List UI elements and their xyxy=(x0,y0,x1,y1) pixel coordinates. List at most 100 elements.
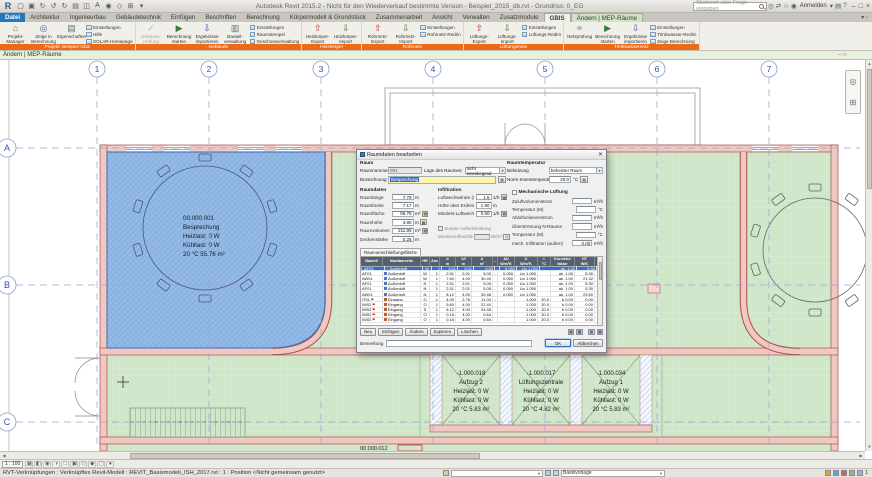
lage-select[interactable]: nicht innenliegend▼ xyxy=(465,167,506,174)
table-scrollbar[interactable] xyxy=(597,257,602,325)
import-results-button[interactable]: ⇩Ergebnisse importieren xyxy=(194,22,221,44)
tab-verwalten[interactable]: Verwalten xyxy=(457,13,494,22)
help-button[interactable]: Hilfe xyxy=(86,32,133,38)
tab-datei[interactable]: Datei xyxy=(0,13,25,22)
sync-icon[interactable] xyxy=(545,470,551,476)
selected-room[interactable] xyxy=(107,152,325,348)
surfaces-table[interactable]: BauteilNachbarseiteHRAnzbmh/lmAm²-ΔUW/m²… xyxy=(360,256,603,326)
tab-ansicht[interactable]: Ansicht xyxy=(427,13,457,22)
vertical-scroll-thumb[interactable] xyxy=(867,69,872,189)
exchange-icon[interactable]: ⇄ xyxy=(776,2,781,10)
section-icon[interactable]: ◇ xyxy=(115,2,124,10)
analytic-model-icon[interactable]: ● xyxy=(106,461,114,468)
column-header-u[interactable]: UW/m²K xyxy=(515,257,538,266)
help-icon[interactable]: ? xyxy=(843,2,847,10)
pipe-network-import-button[interactable]: ⇩Rohrnetz- Import xyxy=(392,22,419,44)
abluftvolumenstrom-field[interactable] xyxy=(572,215,592,221)
refresh-icon[interactable]: ▦ xyxy=(576,329,583,335)
tab-einfügen[interactable]: Einfügen xyxy=(166,13,200,22)
design-option-select[interactable]: Basisvorlage▼ xyxy=(561,470,665,477)
thin-lines-icon[interactable]: ⊞ xyxy=(126,2,135,10)
column-header-korrektur[interactable]: Korrekturfaktor xyxy=(551,257,575,266)
start-calculation-button[interactable]: ▶Berechnung starten xyxy=(166,22,193,44)
raumvolumen-field[interactable]: 211.89 xyxy=(392,228,414,234)
redo-icon[interactable]: ↻ xyxy=(60,2,69,10)
tab-raumumschliessungsflaeche[interactable]: Raumumschließungsfläche xyxy=(360,248,421,256)
column-header-h-l[interactable]: h/lm xyxy=(456,257,472,266)
sort-up-icon[interactable]: ▦ xyxy=(588,329,595,335)
raumfläche-field[interactable]: 55.76 xyxy=(392,211,414,217)
raumlänge-field[interactable]: 7.79 xyxy=(392,194,414,200)
tab-körpermodell-grundstück[interactable]: Körpermodell & Grundstück xyxy=(285,13,371,22)
signin-label[interactable]: Anmelden xyxy=(800,3,827,9)
vertical-scrollbar[interactable]: ▲ ▼ xyxy=(865,60,872,451)
import-results-button[interactable]: ⇩Ergebnisse importieren xyxy=(622,22,649,44)
ändern-button[interactable]: Ändern xyxy=(405,328,427,336)
save-icon[interactable]: ▣ xyxy=(27,2,36,10)
tab-zusammenarbeit[interactable]: Zusammenarbeit xyxy=(371,13,427,22)
bemerkung-field[interactable] xyxy=(386,340,532,347)
scroll-down-icon[interactable]: ▼ xyxy=(866,443,872,451)
column-header-nachbarseite[interactable]: Nachbarseite xyxy=(383,257,421,266)
text-icon[interactable]: A xyxy=(93,2,102,10)
beheizung-select[interactable]: beheizter Raum▼ xyxy=(549,167,603,174)
search-go-icon[interactable]: ◎ xyxy=(768,2,774,10)
tab-berechnung[interactable]: Berechnung xyxy=(241,13,284,22)
table-row[interactable]: IW02⚑EingangO10.164.000.641.00020.0b 0.0… xyxy=(361,318,597,323)
calc-icon[interactable]: ▦ xyxy=(501,194,508,200)
mech-infiltration-außen-field[interactable]: 0.00 xyxy=(572,240,592,246)
scale-selector[interactable]: 1 : 100 xyxy=(2,461,23,468)
ventilation-redim-button[interactable]: Lüftungs-Redim xyxy=(522,32,561,38)
crop-view-icon[interactable]: □ xyxy=(61,461,69,468)
visual-style-icon[interactable]: ◧ xyxy=(34,461,42,468)
pinned-icon[interactable] xyxy=(841,470,847,476)
qat-menu-icon[interactable]: ▾ xyxy=(137,2,146,10)
zoom-icon[interactable]: ⊞ xyxy=(850,98,857,107)
ribbon-collapse-icon[interactable]: ▾ ◦ xyxy=(861,13,872,22)
calc-height-icon[interactable]: ▦ xyxy=(420,219,427,225)
zuluftvolumenstrom-field[interactable] xyxy=(572,198,592,204)
temporary-hide-icon[interactable]: ◇ xyxy=(79,461,87,468)
network-check-button[interactable]: ≈Netzprüfung xyxy=(566,22,593,39)
app-button[interactable]: R xyxy=(2,1,14,11)
worksets-icon[interactable] xyxy=(443,470,449,476)
calc-icon[interactable]: ▦ xyxy=(501,211,508,217)
scroll-up-icon[interactable]: ▲ xyxy=(866,60,872,68)
tab-architektur[interactable]: Architektur xyxy=(25,13,65,22)
bezeichnung-field[interactable]: Besprechung xyxy=(388,176,496,184)
room-stamp-button[interactable]: Raumstempel xyxy=(250,32,300,38)
settings-button[interactable]: Einstellungen xyxy=(250,25,300,31)
filter-icon[interactable] xyxy=(825,470,831,476)
sun-path-icon[interactable]: ◉ xyxy=(43,461,51,468)
temperatur-m-field[interactable] xyxy=(576,232,596,238)
shadows-icon[interactable]: ◑ xyxy=(52,461,60,468)
detail-level-icon[interactable]: ▦ xyxy=(25,461,33,468)
luftwechselrate-n50-field[interactable]: 1.5 xyxy=(476,194,492,200)
ventilation-import-button[interactable]: ⇩Lüftungs- Import xyxy=(494,22,521,44)
measure-icon[interactable]: ◫ xyxy=(82,2,91,10)
radiator-import-button[interactable]: ⇩Heizkörper- Import xyxy=(332,22,359,44)
raumbreite-field[interactable]: 7.17 xyxy=(392,202,414,208)
radiator-export-button[interactable]: ⇧Heizkörper- Export xyxy=(304,22,331,44)
favorites-icon[interactable]: ☆ xyxy=(783,2,789,10)
column-header-ht[interactable]: HTW/K xyxy=(575,257,595,266)
raumhöhe-field[interactable]: 3.80 xyxy=(392,219,414,225)
search-input[interactable]: Stichwort oder Frage eingeben xyxy=(693,2,767,11)
tab-ändern-mep-räume[interactable]: Ändern | MEP-Räume xyxy=(571,13,643,22)
show-in-calculation-button[interactable]: ◎Zeige in Berechnung xyxy=(30,22,57,44)
norm-temp-field[interactable]: 20.0 xyxy=(549,176,571,183)
settings-button[interactable]: Einstellungen xyxy=(86,25,133,31)
user-icon[interactable]: ◉ xyxy=(791,2,797,10)
minimize-icon[interactable]: – xyxy=(852,3,856,10)
column-header-a[interactable]: Am² xyxy=(472,257,493,266)
dialog-title-bar[interactable]: Raumdaten bearbeiten ✕ xyxy=(357,150,606,160)
tab-gebäudetechnik[interactable]: Gebäudetechnik xyxy=(111,13,166,22)
settings-button[interactable]: Einstellungen xyxy=(522,25,561,31)
column-header-anz[interactable]: Anz xyxy=(430,257,440,266)
neu-button[interactable]: Neu xyxy=(360,328,376,336)
ventilation-export-button[interactable]: ⇧Lüftungs- Export xyxy=(466,22,493,44)
pipe-network-redim-button[interactable]: Rohrnetz-Redim xyxy=(420,32,460,38)
workset-select[interactable]: ▼ xyxy=(451,470,543,477)
dialog-close-icon[interactable]: ✕ xyxy=(598,151,603,158)
close-icon[interactable]: × xyxy=(866,3,870,10)
